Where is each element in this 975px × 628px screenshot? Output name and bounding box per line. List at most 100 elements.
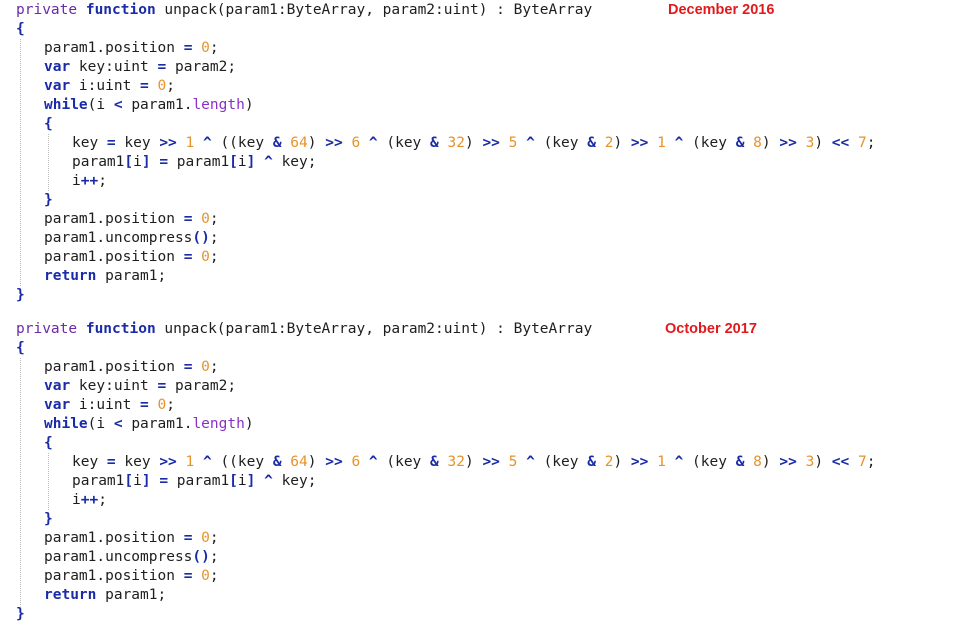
code-token: (key (377, 135, 431, 151)
code-token: >> (159, 135, 177, 151)
code-line: var i:uint = 0; (44, 77, 175, 96)
code-token: i (133, 154, 142, 170)
code-token: (i (87, 416, 114, 432)
code-token: 3 (805, 454, 815, 470)
code-line: private function unpack(param1:ByteArray… (16, 1, 592, 20)
code-token: ; (209, 40, 219, 56)
code-line: private function unpack(param1:ByteArray… (16, 320, 592, 339)
code-token: return (44, 268, 97, 284)
code-token: unpack(param1:ByteArray, param2:uint) : … (155, 2, 593, 18)
code-line: while(i < param1.length) (44, 415, 254, 434)
code-token: ; (98, 173, 107, 189)
code-token: 7 (857, 135, 867, 151)
code-token: (key (683, 135, 736, 151)
code-token: [ (124, 154, 134, 170)
code-token: 6 (351, 454, 361, 470)
code-token: key (72, 454, 107, 470)
code-token: length (192, 416, 245, 432)
code-token: ^ (674, 135, 684, 151)
code-token: = (140, 397, 149, 413)
code-token: ] (141, 154, 151, 170)
code-token: { (16, 340, 25, 356)
code-token: ) (613, 454, 631, 470)
code-token: i (72, 492, 81, 508)
code-token: >> (482, 135, 500, 151)
code-token: (key (534, 454, 588, 470)
code-token: >> (630, 135, 649, 151)
code-token: length (192, 97, 245, 113)
code-token: & (272, 454, 282, 470)
code-token: (key (377, 454, 431, 470)
code-token: >> (159, 454, 177, 470)
code-token: param1 (168, 154, 230, 170)
indent-guide (20, 358, 21, 605)
code-token: & (587, 454, 596, 470)
code-token: 0 (201, 359, 210, 375)
code-token: param1.position (44, 568, 184, 584)
code-token: 0 (201, 211, 210, 227)
code-token: ) (307, 135, 326, 151)
code-token: 32 (447, 454, 465, 470)
code-token: >> (630, 454, 649, 470)
code-line: param1.position = 0; (44, 248, 219, 267)
code-token: param2; (166, 378, 237, 394)
code-line: } (44, 510, 53, 529)
indent-guide (48, 134, 49, 191)
code-token: ) (244, 97, 254, 113)
code-token: var (44, 59, 71, 75)
code-line: while(i < param1.length) (44, 96, 254, 115)
code-token: param1.position (44, 211, 184, 227)
code-line: i++; (72, 491, 107, 510)
code-token: = (157, 378, 167, 394)
code-token: param1.position (44, 530, 184, 546)
code-token: ^ (526, 454, 535, 470)
code-token: ; (209, 249, 219, 265)
code-token: key; (272, 154, 317, 170)
code-token: param1.position (44, 249, 184, 265)
code-token: ^ (202, 135, 212, 151)
code-token: 64 (290, 135, 308, 151)
code-token: 1 (657, 454, 666, 470)
code-token: ) (613, 135, 631, 151)
code-line: param1.uncompress(); (44, 229, 219, 248)
code-line: var key:uint = param2; (44, 58, 236, 77)
code-token: 0 (157, 78, 167, 94)
code-token: i (72, 173, 81, 189)
code-token: param1 (168, 473, 230, 489)
code-token: ; (98, 492, 107, 508)
code-line: param1.position = 0; (44, 529, 219, 548)
code-token: 8 (753, 454, 762, 470)
code-token: = (106, 135, 116, 151)
code-token: ) (761, 454, 780, 470)
code-line: { (44, 434, 53, 453)
code-token: i (237, 154, 247, 170)
code-token: ^ (368, 135, 378, 151)
code-token: & (587, 135, 596, 151)
code-token: ; (209, 230, 219, 246)
code-line: i++; (72, 172, 107, 191)
code-line: { (16, 339, 25, 358)
code-token: } (16, 606, 25, 622)
code-token: = (140, 78, 149, 94)
code-token: 0 (201, 568, 210, 584)
code-token: i (133, 473, 142, 489)
code-token: param1.position (44, 40, 184, 56)
code-line: param1[i] = param1[i] ^ key; (72, 153, 317, 172)
code-token: [ (229, 154, 238, 170)
